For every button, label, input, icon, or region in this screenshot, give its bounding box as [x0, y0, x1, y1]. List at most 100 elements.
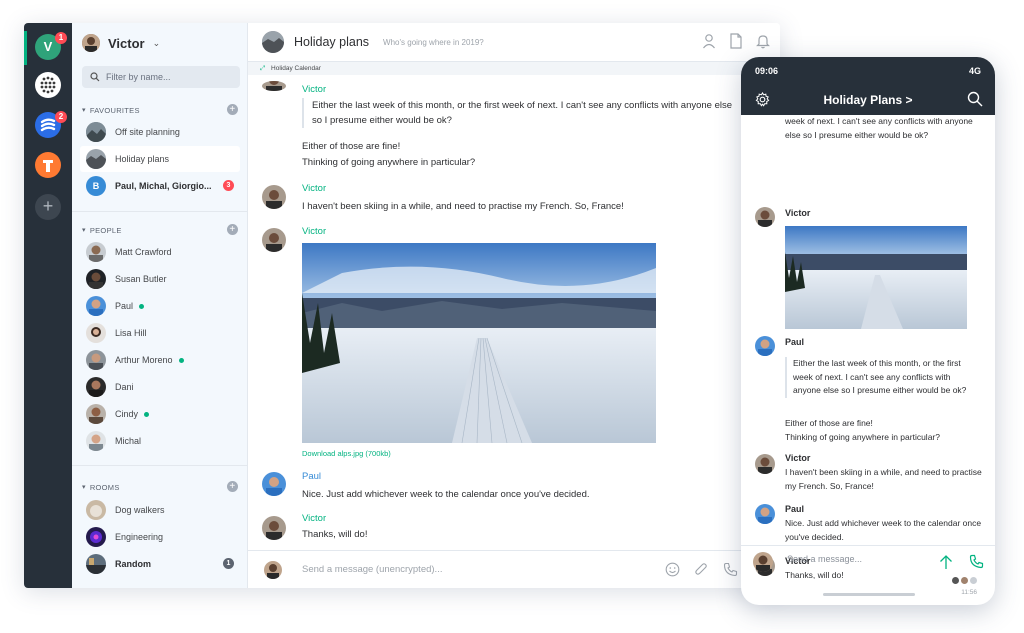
notifications-bell-icon[interactable]: [756, 33, 770, 49]
sender-avatar[interactable]: [262, 516, 286, 540]
chevron-down-icon: ⌄: [152, 37, 161, 48]
room-item-paul-michal-giorgio[interactable]: B Paul, Michal, Giorgio... 3: [80, 173, 240, 199]
quoted-message: Either the last week of this month, or t…: [302, 98, 742, 128]
emoji-icon[interactable]: [665, 562, 680, 577]
room-title: Holiday plans: [294, 35, 370, 49]
room-filter-input[interactable]: [106, 72, 226, 82]
widget-bar[interactable]: ⤢ Holiday Calendar: [248, 62, 780, 75]
mobile-message-input[interactable]: [787, 554, 907, 564]
unread-badge: 1: [223, 558, 234, 569]
add-community-button[interactable]: +: [35, 194, 61, 220]
person-item-arthur-moreno[interactable]: Arthur Moreno: [80, 347, 240, 373]
favourites-heading-label: FAVOURITES: [89, 105, 140, 115]
add-person-button[interactable]: +: [227, 224, 238, 235]
user-name: Victor: [108, 35, 145, 51]
room-avatar: [86, 149, 106, 169]
room-avatar: B: [86, 176, 106, 196]
room-item-engineering[interactable]: Engineering: [80, 524, 240, 550]
add-favourite-button[interactable]: +: [227, 104, 238, 115]
person-item-label: Michal: [115, 436, 142, 446]
mobile-room-title[interactable]: Holiday Plans >: [741, 93, 995, 107]
person-item-lisa-hill[interactable]: Lisa Hill: [80, 320, 240, 346]
user-menu[interactable]: Victor ⌄: [82, 33, 160, 53]
attachment-icon[interactable]: [694, 562, 709, 577]
section-divider: [72, 211, 248, 212]
room-filter: [82, 66, 240, 88]
message-text: Thinking of going anywhere in particular…: [785, 432, 940, 442]
quoted-message: Either the last week of this month, or t…: [785, 357, 977, 398]
widget-label: Holiday Calendar: [271, 65, 321, 72]
read-receipts[interactable]: [952, 577, 977, 584]
room-item-off-site-planning[interactable]: Off site planning: [80, 119, 240, 145]
sender-avatar[interactable]: [262, 472, 286, 496]
sender-name[interactable]: Victor: [302, 226, 326, 237]
sender-avatar[interactable]: [755, 454, 775, 474]
sender-avatar[interactable]: [262, 185, 286, 209]
person-item-michal[interactable]: Michal: [80, 428, 240, 454]
person-avatar: [86, 296, 106, 316]
room-item-random[interactable]: Random 1: [80, 551, 240, 577]
sender-name[interactable]: Victor: [302, 513, 326, 524]
community-dots-icon[interactable]: [35, 72, 61, 98]
online-indicator: [139, 303, 145, 309]
sender-name[interactable]: Victor: [785, 453, 810, 463]
person-item-label: Cindy: [115, 409, 139, 419]
sender-avatar[interactable]: [755, 336, 775, 356]
message-text: I haven't been skiing in a while, and ne…: [302, 201, 624, 212]
sender-name[interactable]: Paul: [302, 471, 321, 482]
community-tensorflow-icon[interactable]: [35, 152, 61, 178]
room-item-holiday-plans[interactable]: Holiday plans: [80, 146, 240, 172]
sender-name[interactable]: Victor: [785, 208, 810, 218]
person-item-susan-butler[interactable]: Susan Butler: [80, 266, 240, 292]
room-item-label: Random: [115, 559, 151, 569]
sender-avatar[interactable]: [755, 504, 775, 524]
unread-badge: 3: [223, 180, 234, 191]
image-attachment-alps[interactable]: [302, 243, 656, 443]
person-item-paul[interactable]: Paul: [80, 293, 240, 319]
person-avatar: [86, 404, 106, 424]
room-item-dog-walkers[interactable]: Dog walkers: [80, 497, 240, 523]
chevron-down-icon: ▾: [82, 107, 86, 114]
person-item-cindy[interactable]: Cindy: [80, 401, 240, 427]
download-link[interactable]: Download alps.jpg (700kb): [302, 449, 391, 458]
chevron-down-icon: ▾: [82, 227, 86, 234]
person-avatar: [86, 323, 106, 343]
message-text: I haven't been skiing in a while, and ne…: [785, 467, 982, 491]
community-unread-badge: 2: [55, 111, 67, 123]
sender-avatar[interactable]: [262, 81, 286, 91]
sender-avatar[interactable]: [755, 207, 775, 227]
send-arrow-icon[interactable]: [939, 554, 953, 570]
room-header-avatar[interactable]: [262, 31, 284, 53]
status-bar-network: 4G: [968, 66, 981, 76]
rooms-heading[interactable]: ▾ ROOMS +: [82, 480, 240, 494]
message-text: Thanks, will do!: [302, 529, 368, 540]
sender-name[interactable]: Victor: [302, 84, 326, 95]
people-heading-label: PEOPLE: [89, 225, 122, 235]
message-input[interactable]: [302, 564, 632, 575]
call-icon[interactable]: [969, 554, 984, 569]
sender-name[interactable]: Paul: [785, 337, 804, 347]
call-icon[interactable]: [723, 562, 738, 577]
add-room-button[interactable]: +: [227, 481, 238, 492]
favourites-heading[interactable]: ▾ FAVOURITES +: [82, 103, 240, 117]
person-item-matt-crawford[interactable]: Matt Crawford: [80, 239, 240, 265]
composer-avatar: [753, 552, 773, 572]
person-item-label: Matt Crawford: [115, 247, 172, 257]
person-item-label: Arthur Moreno: [115, 355, 173, 365]
room-header: Holiday plans Who's going where in 2019?: [248, 23, 780, 62]
person-item-label: Susan Butler: [115, 274, 167, 284]
person-item-dani[interactable]: Dani: [80, 374, 240, 400]
sender-avatar[interactable]: [262, 228, 286, 252]
expand-icon[interactable]: ⤢: [260, 65, 265, 72]
files-icon[interactable]: [730, 33, 742, 49]
image-attachment-alps[interactable]: [785, 226, 967, 329]
sender-name[interactable]: Paul: [785, 504, 804, 514]
person-avatar: [86, 242, 106, 262]
people-heading[interactable]: ▾ PEOPLE +: [82, 223, 240, 237]
room-avatar: [86, 527, 106, 547]
members-icon[interactable]: [702, 33, 716, 49]
room-avatar: [86, 554, 106, 574]
search-icon[interactable]: [967, 91, 983, 107]
status-bar-time: 09:06: [755, 66, 779, 76]
sender-name[interactable]: Victor: [302, 183, 326, 194]
